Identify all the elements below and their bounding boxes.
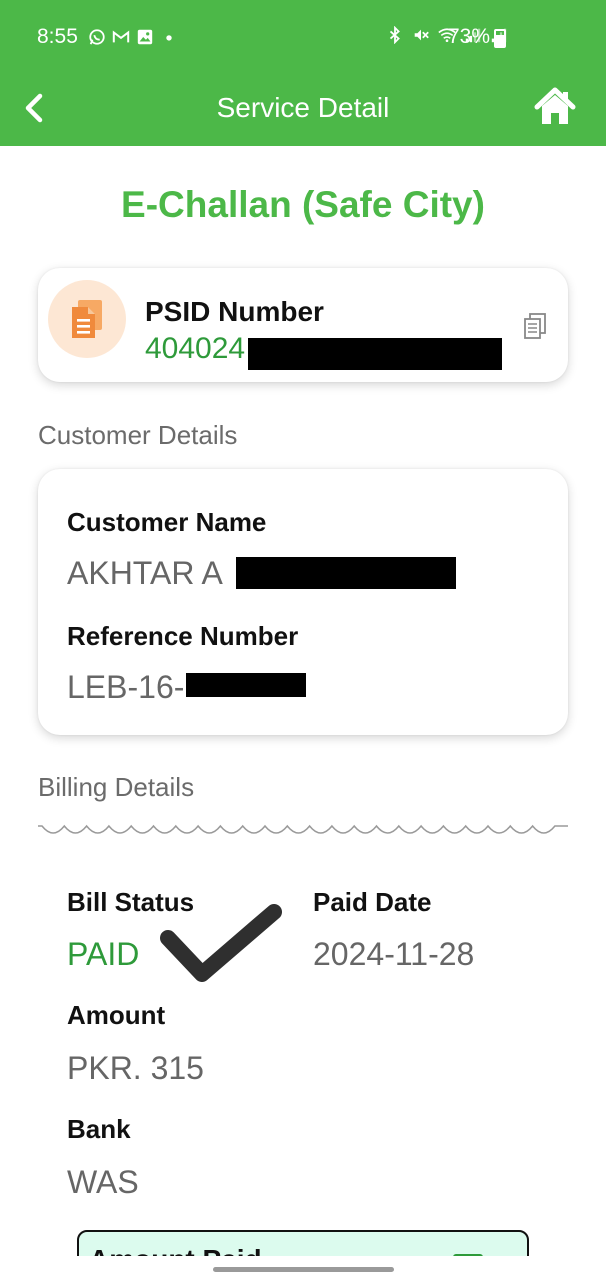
document-icon bbox=[72, 300, 102, 338]
copy-icon[interactable] bbox=[522, 312, 548, 340]
gmail-icon bbox=[112, 30, 130, 43]
bluetooth-icon bbox=[389, 26, 400, 44]
redaction-bar bbox=[236, 557, 456, 589]
customer-name-label: Customer Name bbox=[67, 507, 267, 537]
mute-icon bbox=[414, 29, 429, 41]
paid-date-label: Paid Date bbox=[313, 887, 432, 917]
customer-card: Customer Name AKHTAR A Reference Number … bbox=[38, 469, 568, 735]
redaction-bar bbox=[248, 338, 502, 370]
app-header: 8:55 73% Service Detail bbox=[0, 0, 606, 146]
bill-status-value: PAID bbox=[67, 936, 140, 972]
whatsapp-icon bbox=[89, 29, 105, 45]
psid-value: 404024 bbox=[145, 332, 246, 365]
gallery-icon bbox=[137, 29, 153, 45]
customer-details-heading: Customer Details bbox=[38, 420, 238, 450]
page-title: E-Challan (Safe City) bbox=[121, 184, 485, 225]
dot-icon bbox=[166, 35, 172, 41]
scalloped-divider bbox=[38, 824, 568, 834]
psid-label: PSID Number bbox=[145, 296, 324, 327]
battery-level bbox=[496, 35, 504, 46]
battery-percentage: 73% bbox=[448, 25, 491, 48]
redaction-bar bbox=[186, 673, 306, 697]
battery-icon bbox=[494, 29, 506, 48]
amount-label: Amount bbox=[67, 1000, 166, 1030]
reference-number-label: Reference Number bbox=[67, 621, 299, 651]
bank-value: WAS bbox=[67, 1164, 139, 1200]
psid-icon-badge bbox=[48, 280, 126, 358]
status-left: 8:55 bbox=[37, 25, 178, 49]
home-icon[interactable] bbox=[534, 86, 576, 128]
status-time: 8:55 bbox=[37, 25, 78, 48]
psid-card: PSID Number 404024 bbox=[38, 268, 568, 382]
billing-details-heading: Billing Details bbox=[38, 772, 195, 802]
bank-label: Bank bbox=[67, 1114, 131, 1144]
gesture-bar bbox=[0, 1256, 606, 1280]
checkmark-icon bbox=[160, 904, 282, 982]
paid-date-value: 2024-11-28 bbox=[313, 936, 475, 972]
customer-name-value: AKHTAR A bbox=[67, 555, 223, 591]
reference-number-value: LEB-16- bbox=[67, 669, 185, 705]
amount-value: PKR. 315 bbox=[67, 1050, 204, 1086]
header-title: Service Detail bbox=[216, 92, 390, 123]
home-gesture-handle[interactable] bbox=[213, 1267, 394, 1272]
status-bar: 8:55 73% bbox=[0, 0, 606, 74]
